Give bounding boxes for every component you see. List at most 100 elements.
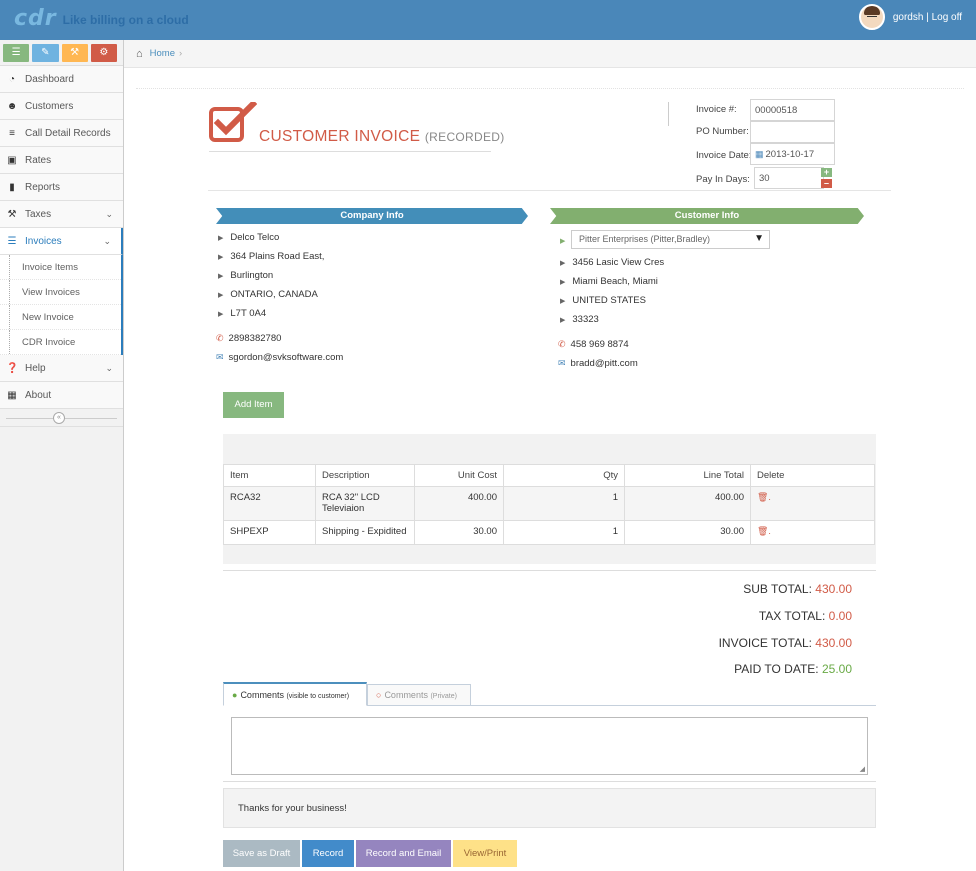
sidebar-item-rates[interactable]: ▣ Rates bbox=[0, 147, 123, 174]
record-and-email-button[interactable]: Record and Email bbox=[356, 840, 451, 867]
sidebar-item-taxes[interactable]: ⚒ Taxes ⌄ bbox=[0, 201, 123, 228]
page-title: CUSTOMER INVOICE (RECORDED) bbox=[259, 128, 505, 146]
file-icon: ▮ bbox=[9, 181, 15, 193]
list-icon: ≡ bbox=[9, 127, 15, 139]
cell-description[interactable]: RCA 32" LCD Televiaion bbox=[315, 486, 415, 521]
sidebar-item-dashboard[interactable]: ◔ Dashboard bbox=[0, 66, 123, 93]
cell-qty[interactable]: 1 bbox=[503, 486, 625, 521]
logo-text: cdr bbox=[14, 6, 57, 31]
tax-total-value: 0.00 bbox=[828, 609, 852, 623]
company-info-heading: Company Info bbox=[216, 208, 528, 224]
phone-icon: ✆ bbox=[558, 339, 566, 349]
user-separator: | bbox=[926, 11, 929, 23]
submenu-item-new-invoice[interactable]: New Invoice bbox=[0, 305, 121, 330]
sidebar-item-customers[interactable]: ☻ Customers bbox=[0, 93, 123, 120]
tachometer-icon: ◔ bbox=[8, 73, 16, 85]
gavel-shortcut-button[interactable]: ⚒ bbox=[61, 44, 88, 62]
logoff-link[interactable]: Log off bbox=[932, 12, 962, 23]
pay-in-days-field[interactable]: 30 bbox=[754, 167, 824, 189]
caret-right-icon: ▶ bbox=[218, 273, 224, 280]
tab-comments-public[interactable]: ● Comments (visible to customer) bbox=[223, 682, 367, 706]
sidebar-item-reports[interactable]: ▮ Reports bbox=[0, 174, 123, 201]
column-header-description: Description bbox=[315, 464, 415, 487]
user-menu[interactable]: gordsh | Log off bbox=[858, 4, 962, 30]
sidebar-item-label: Call Detail Records bbox=[25, 127, 111, 139]
invoice-total-value: 430.00 bbox=[815, 636, 852, 650]
save-as-draft-button[interactable]: Save as Draft bbox=[223, 840, 300, 867]
sidebar: ☰ ✎ ⚒ ⚙ ◔ Dashboard ☻ Customers ≡ Call Deta… bbox=[0, 40, 124, 871]
breadcrumb-home-link[interactable]: Home bbox=[150, 48, 175, 59]
invoice-date-field[interactable]: ▦ 2013-10-17 bbox=[750, 143, 835, 165]
comments-textarea[interactable]: ◢ bbox=[231, 717, 868, 775]
caret-right-icon: ▶ bbox=[218, 254, 224, 261]
pencil-shortcut-button[interactable]: ✎ bbox=[32, 44, 59, 62]
submenu-item-view-invoices[interactable]: View Invoices bbox=[0, 280, 121, 305]
sidebar-item-about[interactable]: ▦ About bbox=[0, 382, 123, 409]
chevron-down-icon: ⌄ bbox=[105, 363, 113, 373]
list-shortcut-button[interactable]: ☰ bbox=[3, 44, 30, 62]
divider bbox=[209, 151, 491, 152]
tab-label: Comments bbox=[384, 690, 428, 700]
po-number-field[interactable] bbox=[750, 121, 835, 143]
invoice-title: CUSTOMER INVOICE bbox=[259, 128, 421, 145]
sub-total-value: 430.00 bbox=[815, 582, 852, 596]
invoice-status: (RECORDED) bbox=[424, 130, 505, 144]
customer-address-text: 3456 Lasic View Cres bbox=[572, 257, 665, 268]
question-icon: ❓ bbox=[6, 362, 19, 374]
column-header-delete: Delete bbox=[750, 464, 875, 487]
customer-select[interactable]: Pitter Enterprises (Pitter,Bradley) ▼ bbox=[571, 230, 770, 249]
cell-description[interactable]: Shipping - Expidited bbox=[315, 520, 415, 545]
sidebar-item-invoices[interactable]: ☰ Invoices ⌄ bbox=[0, 228, 123, 255]
resize-grip-icon[interactable]: ◢ bbox=[860, 765, 865, 773]
submenu-item-cdr-invoice[interactable]: CDR Invoice bbox=[0, 330, 121, 355]
phone-icon: ✆ bbox=[216, 333, 224, 343]
check-square-icon bbox=[209, 102, 257, 142]
trash-icon[interactable]: 🗑. bbox=[757, 526, 771, 536]
view-print-button[interactable]: View/Print bbox=[453, 840, 517, 867]
table-header-row: Item Description Unit Cost Qty Line Tota… bbox=[223, 464, 875, 487]
divider bbox=[668, 102, 669, 126]
company-postal-text: L7T 0A4 bbox=[230, 308, 267, 319]
avatar[interactable] bbox=[858, 4, 885, 30]
tab-comments-private[interactable]: ○ Comments (Private) bbox=[367, 684, 471, 706]
customer-city: ▶ Miami Beach, Miami bbox=[560, 276, 658, 287]
cogs-shortcut-button[interactable]: ⚙ bbox=[90, 44, 117, 62]
sidebar-item-help[interactable]: ❓ Help ⌄ bbox=[0, 355, 123, 382]
tax-total: TAX TOTAL: 0.00 bbox=[759, 609, 852, 623]
customer-phone-text: 458 969 8874 bbox=[570, 339, 629, 350]
table-row: SHPEXP Shipping - Expidited 30.00 1 30.0… bbox=[223, 520, 875, 545]
divider bbox=[208, 190, 891, 191]
sub-total-label: SUB TOTAL: bbox=[743, 582, 812, 596]
tax-total-label: TAX TOTAL: bbox=[758, 609, 826, 623]
add-item-button[interactable]: Add Item bbox=[223, 392, 284, 418]
submenu-item-invoice-items[interactable]: Invoice Items bbox=[0, 255, 121, 280]
users-icon: ☻ bbox=[6, 100, 18, 112]
company-region: ▶ ONTARIO, CANADA bbox=[218, 289, 318, 300]
caret-right-icon: ▶ bbox=[560, 298, 566, 305]
paid-to-date: PAID TO DATE: 25.00 bbox=[734, 662, 852, 676]
breadcrumb: ⌂ Home › bbox=[124, 40, 976, 68]
list-icon: ☰ bbox=[7, 235, 17, 247]
minus-icon[interactable]: – bbox=[821, 179, 832, 188]
customer-country: ▶ UNITED STATES bbox=[560, 295, 646, 306]
invoice-number-field[interactable]: 00000518 bbox=[750, 99, 835, 121]
company-address-text: 364 Plains Road East, bbox=[230, 251, 325, 262]
cell-item[interactable]: SHPEXP bbox=[223, 520, 316, 545]
sidebar-item-call-detail-records[interactable]: ≡ Call Detail Records bbox=[0, 120, 123, 147]
cell-item[interactable]: RCA32 bbox=[223, 486, 316, 521]
trash-icon[interactable]: 🗑. bbox=[757, 492, 771, 502]
brand-logo[interactable]: cdr Like billing on a cloud bbox=[14, 8, 189, 30]
cell-unit-cost[interactable]: 400.00 bbox=[414, 486, 504, 521]
caret-down-icon: ▼ bbox=[754, 233, 764, 244]
sidebar-item-label: About bbox=[25, 389, 52, 401]
double-angle-left-icon[interactable]: « bbox=[53, 412, 65, 424]
sidebar-item-label: Invoices bbox=[25, 235, 62, 247]
customer-country-text: UNITED STATES bbox=[572, 295, 646, 306]
tab-note: (Private) bbox=[430, 693, 457, 700]
plus-icon[interactable]: + bbox=[821, 168, 832, 177]
company-region-text: ONTARIO, CANADA bbox=[230, 289, 318, 300]
envelope-icon: ✉ bbox=[216, 352, 224, 362]
cell-unit-cost[interactable]: 30.00 bbox=[414, 520, 504, 545]
cell-qty[interactable]: 1 bbox=[503, 520, 625, 545]
record-button[interactable]: Record bbox=[302, 840, 354, 867]
